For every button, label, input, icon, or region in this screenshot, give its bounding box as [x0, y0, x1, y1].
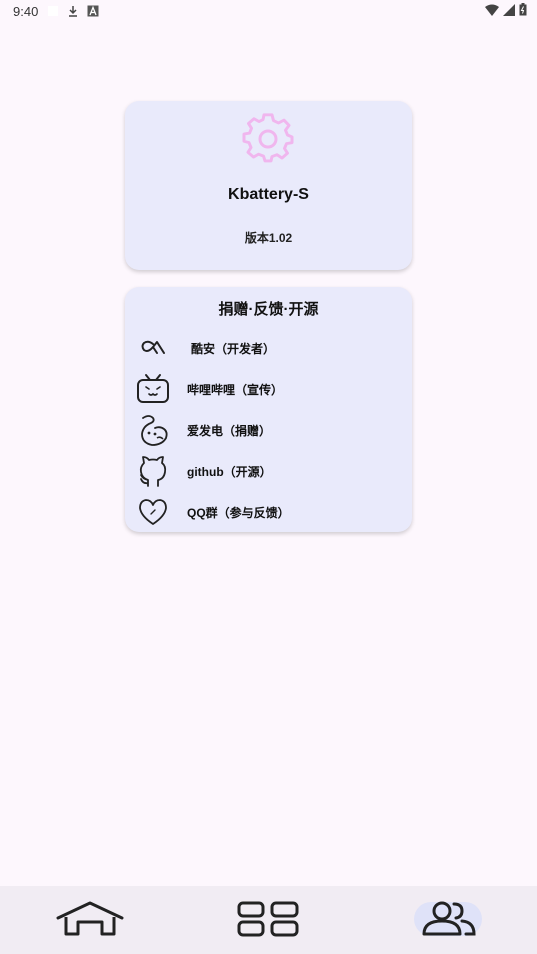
bottom-nav — [0, 886, 537, 954]
links-title: 捐赠·反馈·开源 — [218, 301, 319, 318]
link-coolapk[interactable]: 酷安（开发者） — [135, 329, 405, 367]
status-right — [485, 3, 527, 19]
status-bar: 9:40 — [0, 0, 537, 22]
nav-home[interactable] — [50, 898, 130, 940]
link-label: QQ群（参与反馈） — [187, 505, 290, 520]
wifi-icon — [485, 4, 499, 19]
people-icon — [422, 901, 476, 936]
github-icon — [135, 453, 171, 489]
gear-icon — [242, 113, 294, 163]
link-qq-group[interactable]: QQ群（参与反馈） — [135, 493, 405, 531]
signal-icon — [503, 3, 515, 19]
link-bilibili[interactable]: 哔哩哔哩（宣传） — [135, 370, 405, 408]
link-label: 酷安（开发者） — [191, 341, 276, 356]
app-version: 版本1.02 — [244, 231, 293, 245]
link-label: github（开源） — [187, 464, 272, 479]
status-time: 9:40 — [13, 3, 39, 19]
notification-icon — [46, 4, 60, 18]
home-icon — [56, 901, 124, 936]
coolapk-icon — [135, 330, 171, 366]
nav-grid[interactable] — [228, 898, 308, 940]
heart-icon — [135, 494, 171, 530]
link-label: 哔哩哔哩（宣传） — [187, 382, 284, 397]
links-card: 捐赠·反馈·开源 酷安（开发者） 哔哩哔哩（宣传） 爱发电（捐赠） github… — [125, 287, 412, 532]
afdian-icon — [135, 412, 171, 448]
bilibili-icon — [135, 371, 171, 407]
nav-people[interactable] — [408, 898, 488, 940]
battery-icon — [519, 3, 527, 19]
link-github[interactable]: github（开源） — [135, 452, 405, 490]
link-label: 爱发电（捐赠） — [187, 423, 272, 438]
app-name: Kbattery-S — [228, 186, 309, 203]
download-icon — [66, 4, 80, 18]
about-card: Kbattery-S 版本1.02 — [125, 101, 412, 270]
a-icon — [86, 4, 100, 18]
grid-icon — [237, 901, 299, 937]
link-afdian[interactable]: 爱发电（捐赠） — [135, 411, 405, 449]
